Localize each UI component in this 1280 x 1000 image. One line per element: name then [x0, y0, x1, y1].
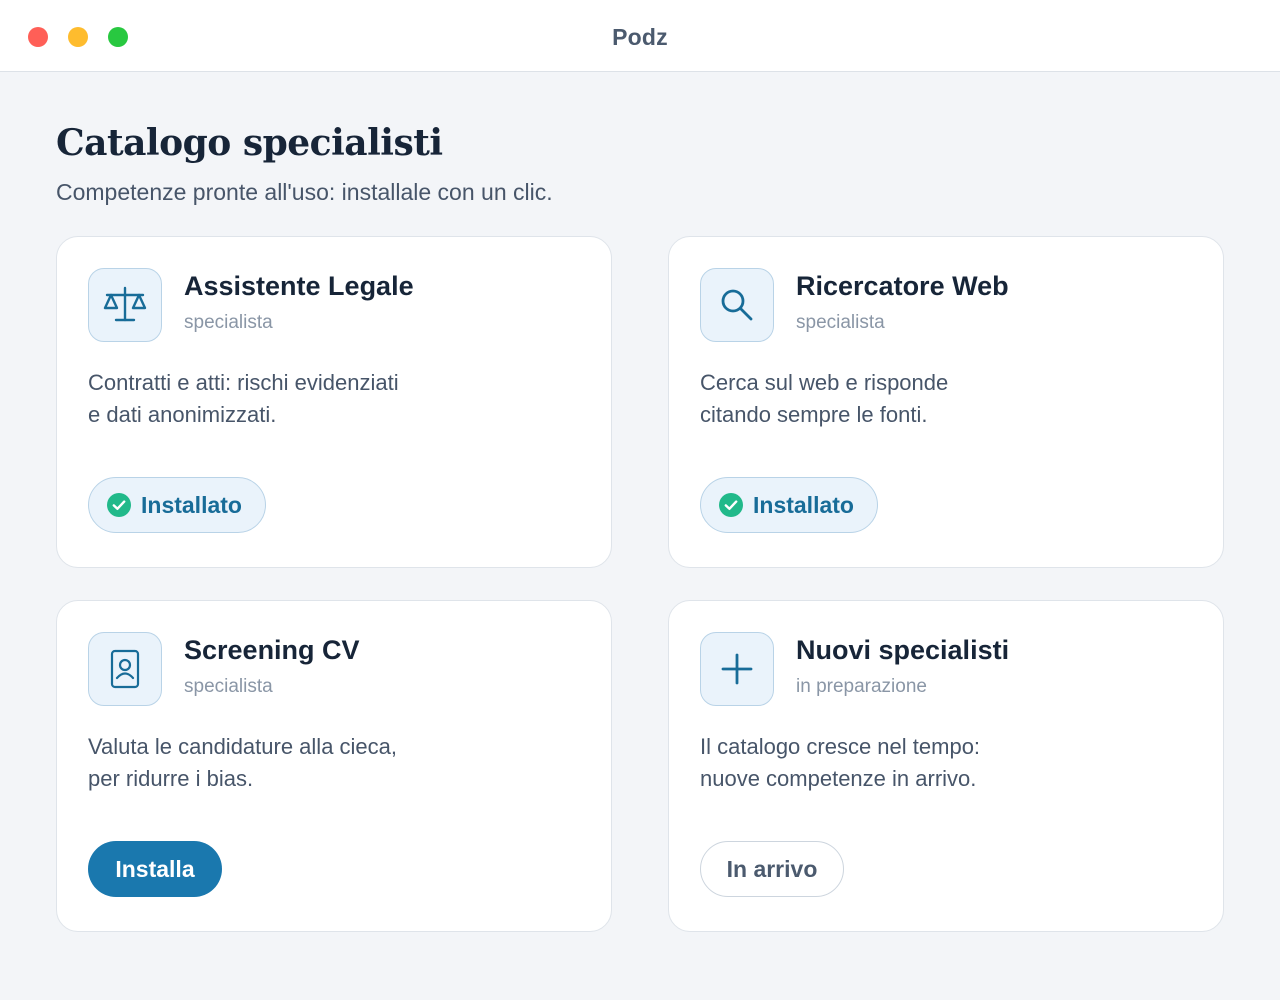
specialist-card-assistente-legale: Assistente Legale specialista Contratti …	[56, 236, 612, 568]
card-subtitle: specialista	[184, 312, 273, 333]
card-subtitle: specialista	[184, 676, 273, 697]
card-description-line: per ridurre i bias.	[88, 766, 254, 791]
installed-button-label: Installato	[141, 491, 242, 518]
page-title: Catalogo specialisti	[56, 122, 443, 164]
card-description: Il catalogo cresce nel tempo: nuove comp…	[700, 731, 1120, 795]
magnifier-icon	[700, 268, 774, 342]
card-subtitle: in preparazione	[796, 676, 927, 697]
card-description: Contratti e atti: rischi evidenziati e d…	[88, 367, 508, 431]
id-badge-icon	[88, 632, 162, 706]
window-titlebar: Podz	[0, 0, 1280, 72]
card-title: Assistente Legale	[184, 271, 414, 301]
card-title: Ricercatore Web	[796, 271, 1009, 301]
card-subtitle: specialista	[796, 312, 885, 333]
check-circle-icon	[107, 493, 131, 517]
installed-button[interactable]: Installato	[700, 477, 878, 533]
card-title: Nuovi specialisti	[796, 635, 1010, 665]
card-description: Cerca sul web e risponde citando sempre …	[700, 367, 1120, 431]
card-description-line: Il catalogo cresce nel tempo:	[700, 734, 981, 759]
specialist-card-screening-cv: Screening CV specialista Valuta le candi…	[56, 600, 612, 932]
card-description-line: Cerca sul web e risponde	[700, 370, 949, 395]
card-title: Screening CV	[184, 635, 360, 665]
plus-icon	[700, 632, 774, 706]
app-title: Podz	[612, 24, 668, 50]
coming-soon-button[interactable]: In arrivo	[700, 841, 844, 897]
installed-button-label: Installato	[753, 491, 854, 518]
check-circle-icon	[719, 493, 743, 517]
card-description-line: citando sempre le fonti.	[700, 402, 928, 427]
installed-button[interactable]: Installato	[88, 477, 266, 533]
scales-icon	[88, 268, 162, 342]
card-description-line: Valuta le candidature alla cieca,	[88, 734, 398, 759]
page-subtitle: Competenze pronte all'uso: installale co…	[56, 179, 553, 205]
specialist-card-ricercatore-web: Ricercatore Web specialista Cerca sul we…	[668, 236, 1224, 568]
card-description-line: Contratti e atti: rischi evidenziati	[88, 370, 399, 395]
specialist-card-nuovi-specialisti: Nuovi specialisti in preparazione Il cat…	[668, 600, 1224, 932]
card-description-line: e dati anonimizzati.	[88, 402, 277, 427]
card-description: Valuta le candidature alla cieca, per ri…	[88, 731, 508, 795]
install-button[interactable]: Installa	[88, 841, 222, 897]
card-description-line: nuove competenze in arrivo.	[700, 766, 977, 791]
